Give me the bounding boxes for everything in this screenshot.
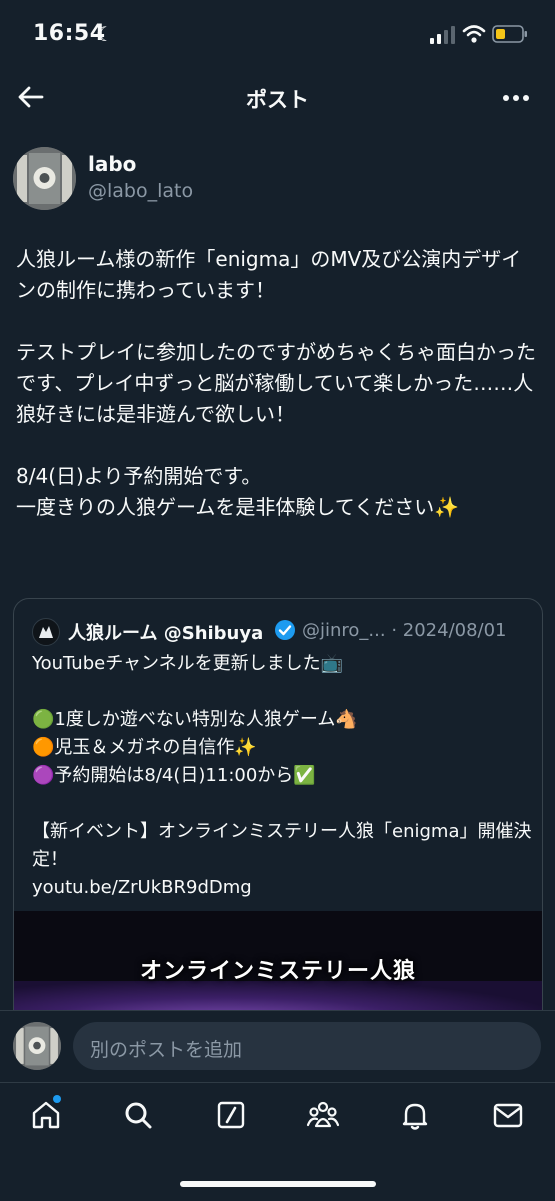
media-caption: オンラインミステリー人狼 bbox=[139, 959, 416, 984]
author-handle[interactable]: @labo_lato bbox=[88, 180, 193, 202]
page-title: ポスト bbox=[246, 88, 309, 112]
home-indicator bbox=[180, 1181, 376, 1187]
quoted-post[interactable]: 人狼ルーム @Shibuya @jinro_... · 2024/08/01 Y… bbox=[13, 598, 543, 1030]
notification-dot bbox=[53, 1095, 61, 1103]
battery-icon bbox=[492, 25, 527, 43]
verified-badge-icon bbox=[275, 620, 295, 640]
wifi-icon bbox=[462, 25, 486, 43]
author-avatar[interactable] bbox=[13, 147, 76, 210]
moon-icon: ☾ bbox=[96, 22, 114, 46]
status-bar: 16:54 ☾ bbox=[0, 0, 555, 70]
reply-placeholder[interactable]: 別のポストを追加 bbox=[90, 1035, 242, 1062]
home-icon[interactable] bbox=[29, 1098, 63, 1132]
quoted-handle-date: @jinro_... · 2024/08/01 bbox=[302, 620, 507, 641]
search-icon[interactable] bbox=[121, 1098, 155, 1132]
post-text: 人狼ルーム様の新作「enigma」のMV及び公演内デザインの制作に携わっています… bbox=[16, 247, 536, 519]
quoted-post-text: YouTubeチャンネルを更新しました📺 🟢1度しか遊べない特別な人狼ゲーム🐴 … bbox=[32, 653, 532, 898]
author-name[interactable]: labo bbox=[88, 152, 136, 176]
user-avatar bbox=[13, 1022, 61, 1070]
grok-icon[interactable] bbox=[214, 1098, 248, 1132]
communities-icon[interactable] bbox=[306, 1098, 340, 1132]
signal-icon bbox=[430, 26, 455, 44]
notifications-bell-icon[interactable] bbox=[398, 1098, 432, 1132]
status-time: 16:54 bbox=[33, 21, 106, 46]
messages-envelope-icon[interactable] bbox=[491, 1098, 525, 1132]
quoted-author-name: 人狼ルーム @Shibuya bbox=[68, 623, 264, 644]
more-options-icon[interactable] bbox=[500, 84, 532, 112]
quoted-author-avatar bbox=[32, 618, 60, 646]
